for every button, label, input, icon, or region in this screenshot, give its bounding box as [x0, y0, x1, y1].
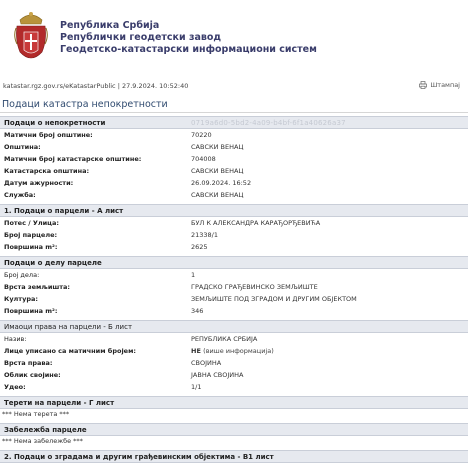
registered-id-flag: НЕ	[191, 347, 201, 355]
owner-row: Назив: РЕПУБЛИКА СРБИЈА	[0, 333, 468, 345]
printer-icon	[419, 81, 428, 89]
section-owners-header: Имаоци права на парцели - Б лист	[0, 320, 468, 333]
owner-row: Облик својине: ЈАВНА СВОЈИНА	[0, 369, 468, 381]
field-label: Потес / Улица:	[4, 219, 59, 227]
parcel-row: Потес / Улица: БУЛ К АЛЕКСАНДРА КАРАЂОРЂЕ…	[0, 217, 468, 229]
field-value: 70220	[191, 131, 212, 139]
print-button[interactable]: Штампај	[419, 81, 460, 89]
field-value: ЈАВНА СВОЈИНА	[191, 371, 244, 379]
page-url-timestamp: katastar.rgz.gov.rs/eKatastarPublic | 27…	[3, 82, 189, 90]
page-title: Подаци катастра непокретности	[0, 96, 468, 113]
owner-row: Врста права: СВОЈИНА	[0, 357, 468, 369]
field-value: ГРАДСКО ГРАЂЕВИНСКО ЗЕМЉИШТЕ	[191, 283, 318, 291]
field-label: Матични број катастарске општине:	[4, 155, 142, 163]
field-value: 346	[191, 307, 204, 315]
field-label: Број парцеле:	[4, 231, 58, 239]
section-property-header: Подаци о непокретности 0719a6d0-5bd2-4a0…	[0, 116, 468, 129]
part-row: Култура: ЗЕМЉИШТЕ ПОД ЗГРАДОМ И ДРУГИМ ОБ…	[0, 293, 468, 305]
property-row: Катастарска општина: САВСКИ ВЕНАЦ	[0, 165, 468, 177]
field-value: САВСКИ ВЕНАЦ	[191, 191, 244, 199]
property-guid: 0719a6d0-5bd2-4a09-b4bf-6f1a40626a37	[191, 119, 346, 127]
parcel-row: Број парцеле: 21338/1	[0, 229, 468, 241]
field-label: Назив:	[4, 335, 27, 343]
org-line-2: Републички геодетски завод	[60, 32, 222, 43]
remark-note: *** Нема забележбе ***	[2, 437, 83, 445]
burdens-note: *** Нема терета ***	[2, 410, 70, 418]
property-row: Служба: САВСКИ ВЕНАЦ	[0, 189, 468, 201]
section-buildings-header: 2. Подаци о зградама и другим грађевинск…	[0, 450, 468, 463]
field-label: Удео:	[4, 383, 26, 391]
organization-name: Република Србија Републички геодетски за…	[60, 20, 317, 56]
field-label: Површина m²:	[4, 243, 58, 251]
field-label: Матични број општине:	[4, 131, 93, 139]
section-parcel-header: 1. Подаци о парцели - А лист	[0, 204, 468, 217]
field-value: СВОЈИНА	[191, 359, 222, 367]
serbian-coat-of-arms-icon	[14, 12, 48, 59]
part-row: Врста земљишта: ГРАДСКО ГРАЂЕВИНСКО ЗЕМЉИ…	[0, 281, 468, 293]
section-property-title: Подаци о непокретности	[4, 119, 106, 127]
owner-row: Удео: 1/1	[0, 381, 468, 393]
field-label: Култура:	[4, 295, 38, 303]
more-info-link[interactable]: (више информација)	[203, 347, 274, 355]
field-label: Површина m²:	[4, 307, 58, 315]
cadastre-content: Подаци о непокретности 0719a6d0-5bd2-4a0…	[0, 116, 468, 463]
section-burdens-header: Терети на парцели - Г лист	[0, 396, 468, 409]
field-value: 1/1	[191, 383, 202, 391]
field-value: 21338/1	[191, 231, 219, 239]
part-row: Површина m²: 346	[0, 305, 468, 317]
field-label: Катастарска општина:	[4, 167, 90, 175]
field-label: Лице уписано са матичним бројем:	[4, 347, 136, 355]
field-value: 26.09.2024. 16:52	[191, 179, 252, 187]
field-label: Датум ажурности:	[4, 179, 74, 187]
field-value: 1	[191, 271, 196, 279]
field-value: РЕПУБЛИКА СРБИЈА	[191, 335, 258, 343]
field-label: Врста права:	[4, 359, 53, 367]
property-row: Матични број општине: 70220	[0, 129, 468, 141]
registered-id-value: НЕ (више информација)	[191, 347, 274, 355]
property-row: Матични број катастарске општине: 704008	[0, 153, 468, 165]
org-line-1: Република Србија	[60, 20, 160, 31]
site-header: Република Србија Републички геодетски за…	[0, 0, 468, 70]
owner-row: Лице уписано са матичним бројем: НЕ (више…	[0, 345, 468, 357]
field-label: Облик својине:	[4, 371, 61, 379]
org-line-3: Геодетско-катастарски информациони систе…	[60, 44, 317, 55]
field-label: Број дела:	[4, 271, 40, 279]
field-value: САВСКИ ВЕНАЦ	[191, 143, 244, 151]
property-row: Датум ажурности: 26.09.2024. 16:52	[0, 177, 468, 189]
field-value: САВСКИ ВЕНАЦ	[191, 167, 244, 175]
property-row: Општина: САВСКИ ВЕНАЦ	[0, 141, 468, 153]
field-label: Врста земљишта:	[4, 283, 71, 291]
print-info-bar: katastar.rgz.gov.rs/eKatastarPublic | 27…	[0, 80, 468, 94]
field-value: 2625	[191, 243, 208, 251]
part-row: Број дела: 1	[0, 269, 468, 281]
field-value: ЗЕМЉИШТЕ ПОД ЗГРАДОМ И ДРУГИМ ОБЈЕКТОМ	[191, 295, 357, 303]
print-label: Штампај	[430, 81, 460, 89]
section-remark-header: Забележба парцеле	[0, 423, 468, 436]
parcel-row: Површина m²: 2625	[0, 241, 468, 253]
field-value: БУЛ К АЛЕКСАНДРА КАРАЂОРЂЕВИЋА	[191, 219, 321, 227]
field-label: Општина:	[4, 143, 41, 151]
field-label: Служба:	[4, 191, 36, 199]
field-value: 704008	[191, 155, 216, 163]
section-parcel-part-header: Подаци о делу парцеле	[0, 256, 468, 269]
